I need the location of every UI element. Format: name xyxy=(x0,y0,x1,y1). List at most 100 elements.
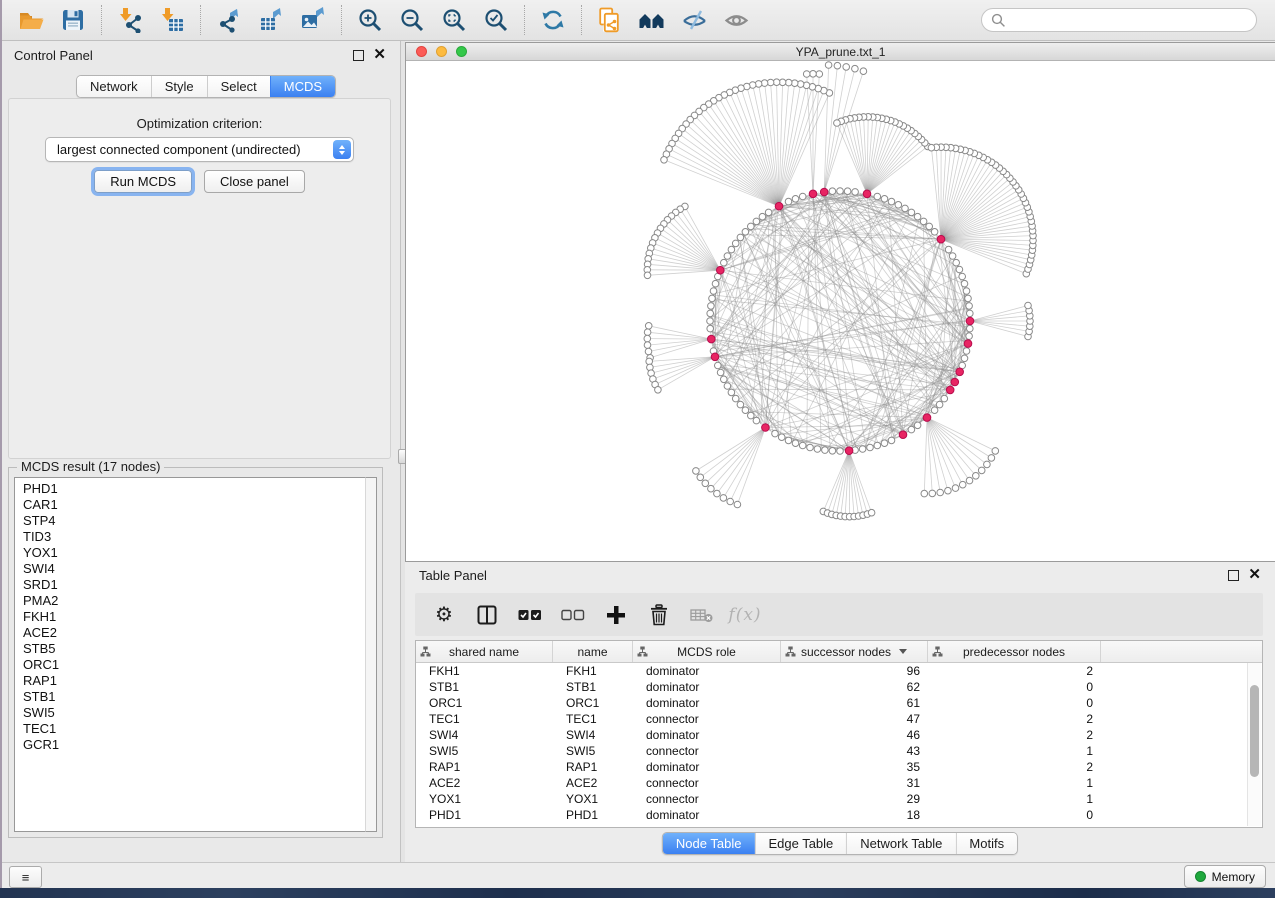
mcds-result-item[interactable]: SRD1 xyxy=(23,577,365,593)
deselect-all-rows-button[interactable] xyxy=(561,603,585,627)
mcds-result-scrollbar[interactable] xyxy=(365,477,377,832)
tab-network[interactable]: Network xyxy=(77,76,151,97)
fx-icon: f(x) xyxy=(728,605,761,625)
export-table-icon xyxy=(258,7,284,33)
zoom-out-button[interactable] xyxy=(391,3,433,37)
tab-style[interactable]: Style xyxy=(151,76,207,97)
open-file-button[interactable] xyxy=(10,3,52,37)
mcds-result-item[interactable]: PMA2 xyxy=(23,593,365,609)
new-network-from-selection-button[interactable] xyxy=(589,3,631,37)
tab-select[interactable]: Select xyxy=(207,76,270,97)
criterion-select[interactable]: largest connected component (undirected) xyxy=(45,137,354,162)
table-row[interactable]: STB1STB1dominator620 xyxy=(416,679,1262,695)
mcds-result-list[interactable]: PHD1CAR1STP4TID3YOX1SWI4SRD1PMA2FKH1ACE2… xyxy=(14,477,365,832)
mcds-result-item[interactable]: STB5 xyxy=(23,641,365,657)
table-row[interactable]: PHD1PHD1dominator180 xyxy=(416,807,1262,823)
zoom-fit-button[interactable] xyxy=(433,3,475,37)
tab-mcds[interactable]: MCDS xyxy=(270,76,335,97)
tab-edge-table[interactable]: Edge Table xyxy=(754,833,846,854)
table-row[interactable]: ACE2ACE2connector311 xyxy=(416,775,1262,791)
table-cell: 29 xyxy=(781,792,928,806)
mcds-result-item[interactable]: SWI5 xyxy=(23,705,365,721)
select-all-rows-button[interactable] xyxy=(518,603,542,627)
close-mcds-panel-button[interactable]: Close panel xyxy=(204,170,305,193)
mcds-result-item[interactable]: PHD1 xyxy=(23,481,365,497)
network-canvas[interactable] xyxy=(406,60,1274,561)
show-all-button[interactable] xyxy=(715,3,757,37)
main-toolbar xyxy=(0,0,1275,41)
export-network-button[interactable] xyxy=(208,3,250,37)
mcds-result-item[interactable]: CAR1 xyxy=(23,497,365,513)
column-header-shared-name[interactable]: shared name xyxy=(416,641,553,662)
mcds-result-item[interactable]: RAP1 xyxy=(23,673,365,689)
column-header-name[interactable]: name xyxy=(553,641,633,662)
table-row[interactable]: SWI4SWI4dominator462 xyxy=(416,727,1262,743)
mcds-result-item[interactable]: STP4 xyxy=(23,513,365,529)
hide-selected-button[interactable] xyxy=(673,3,715,37)
save-session-button[interactable] xyxy=(52,3,94,37)
window-zoom-light[interactable] xyxy=(456,46,467,57)
mcds-result-item[interactable]: YOX1 xyxy=(23,545,365,561)
table-row[interactable]: TEC1TEC1connector472 xyxy=(416,711,1262,727)
delete-table-button[interactable] xyxy=(690,603,714,627)
table-panel: Table Panel ✕ ⚙ f(x) shared namenameMCDS… xyxy=(405,562,1275,862)
table-row[interactable]: ORC1ORC1dominator610 xyxy=(416,695,1262,711)
zoom-selected-button[interactable] xyxy=(475,3,517,37)
table-columns-button[interactable] xyxy=(475,603,499,627)
float-table-panel-icon[interactable] xyxy=(1228,570,1239,581)
export-image-button[interactable] xyxy=(292,3,334,37)
zoom-in-button[interactable] xyxy=(349,3,391,37)
float-panel-icon[interactable] xyxy=(353,50,364,61)
search-input[interactable] xyxy=(1012,12,1247,29)
column-header-mcds-role[interactable]: MCDS role xyxy=(633,641,781,662)
unchecked-boxes-icon xyxy=(561,608,585,622)
import-table-button[interactable] xyxy=(151,3,193,37)
close-panel-icon[interactable]: ✕ xyxy=(373,50,386,60)
close-table-panel-icon[interactable]: ✕ xyxy=(1248,570,1261,580)
mcds-result-item[interactable]: ORC1 xyxy=(23,657,365,673)
network-window-titlebar[interactable]: YPA_prune.txt_1 xyxy=(406,43,1275,61)
function-builder-button[interactable]: f(x) xyxy=(733,603,757,627)
mcds-result-item[interactable]: ACE2 xyxy=(23,625,365,641)
tab-node-table[interactable]: Node Table xyxy=(663,833,755,854)
table-scrollbar-thumb[interactable] xyxy=(1250,685,1259,777)
export-table-button[interactable] xyxy=(250,3,292,37)
table-row[interactable]: YOX1YOX1connector291 xyxy=(416,791,1262,807)
desktop-edge xyxy=(0,0,2,888)
import-network-icon xyxy=(117,7,143,33)
table-cell: TEC1 xyxy=(553,712,633,726)
tab-motifs[interactable]: Motifs xyxy=(955,833,1017,854)
memory-button[interactable]: Memory xyxy=(1184,865,1266,888)
import-network-button[interactable] xyxy=(109,3,151,37)
mcds-tab-content: Optimization criterion: largest connecte… xyxy=(8,98,391,459)
checked-boxes-icon xyxy=(518,608,542,622)
eye-slash-icon xyxy=(681,7,708,33)
add-column-button[interactable] xyxy=(604,603,628,627)
tab-network-table[interactable]: Network Table xyxy=(846,833,955,854)
column-header-predecessor-nodes[interactable]: predecessor nodes xyxy=(928,641,1101,662)
mcds-result-item[interactable]: STB1 xyxy=(23,689,365,705)
mcds-result-item[interactable]: GCR1 xyxy=(23,737,365,753)
table-row[interactable]: RAP1RAP1dominator352 xyxy=(416,759,1262,775)
first-neighbors-button[interactable] xyxy=(631,3,673,37)
table-settings-button[interactable]: ⚙ xyxy=(432,603,456,627)
mcds-result-item[interactable]: SWI4 xyxy=(23,561,365,577)
table-scrollbar[interactable] xyxy=(1247,663,1261,826)
mcds-result-item[interactable]: TEC1 xyxy=(23,721,365,737)
mcds-result-item[interactable]: FKH1 xyxy=(23,609,365,625)
task-history-button[interactable]: ≡ xyxy=(9,866,42,888)
table-panel-header: Table Panel ✕ xyxy=(405,562,1275,588)
window-minimize-light[interactable] xyxy=(436,46,447,57)
table-row[interactable]: SWI5SWI5connector431 xyxy=(416,743,1262,759)
list-icon: ≡ xyxy=(22,870,30,885)
delete-columns-button[interactable] xyxy=(647,603,671,627)
column-header-successor-nodes[interactable]: successor nodes xyxy=(781,641,928,662)
optimization-criterion-label: Optimization criterion: xyxy=(9,116,390,131)
run-mcds-button[interactable]: Run MCDS xyxy=(94,170,192,193)
mcds-result-item[interactable]: TID3 xyxy=(23,529,365,545)
sort-chevron-icon xyxy=(899,649,907,654)
export-image-icon xyxy=(300,7,326,33)
window-close-light[interactable] xyxy=(416,46,427,57)
apply-layout-button[interactable] xyxy=(532,3,574,37)
table-row[interactable]: FKH1FKH1dominator962 xyxy=(416,663,1262,679)
